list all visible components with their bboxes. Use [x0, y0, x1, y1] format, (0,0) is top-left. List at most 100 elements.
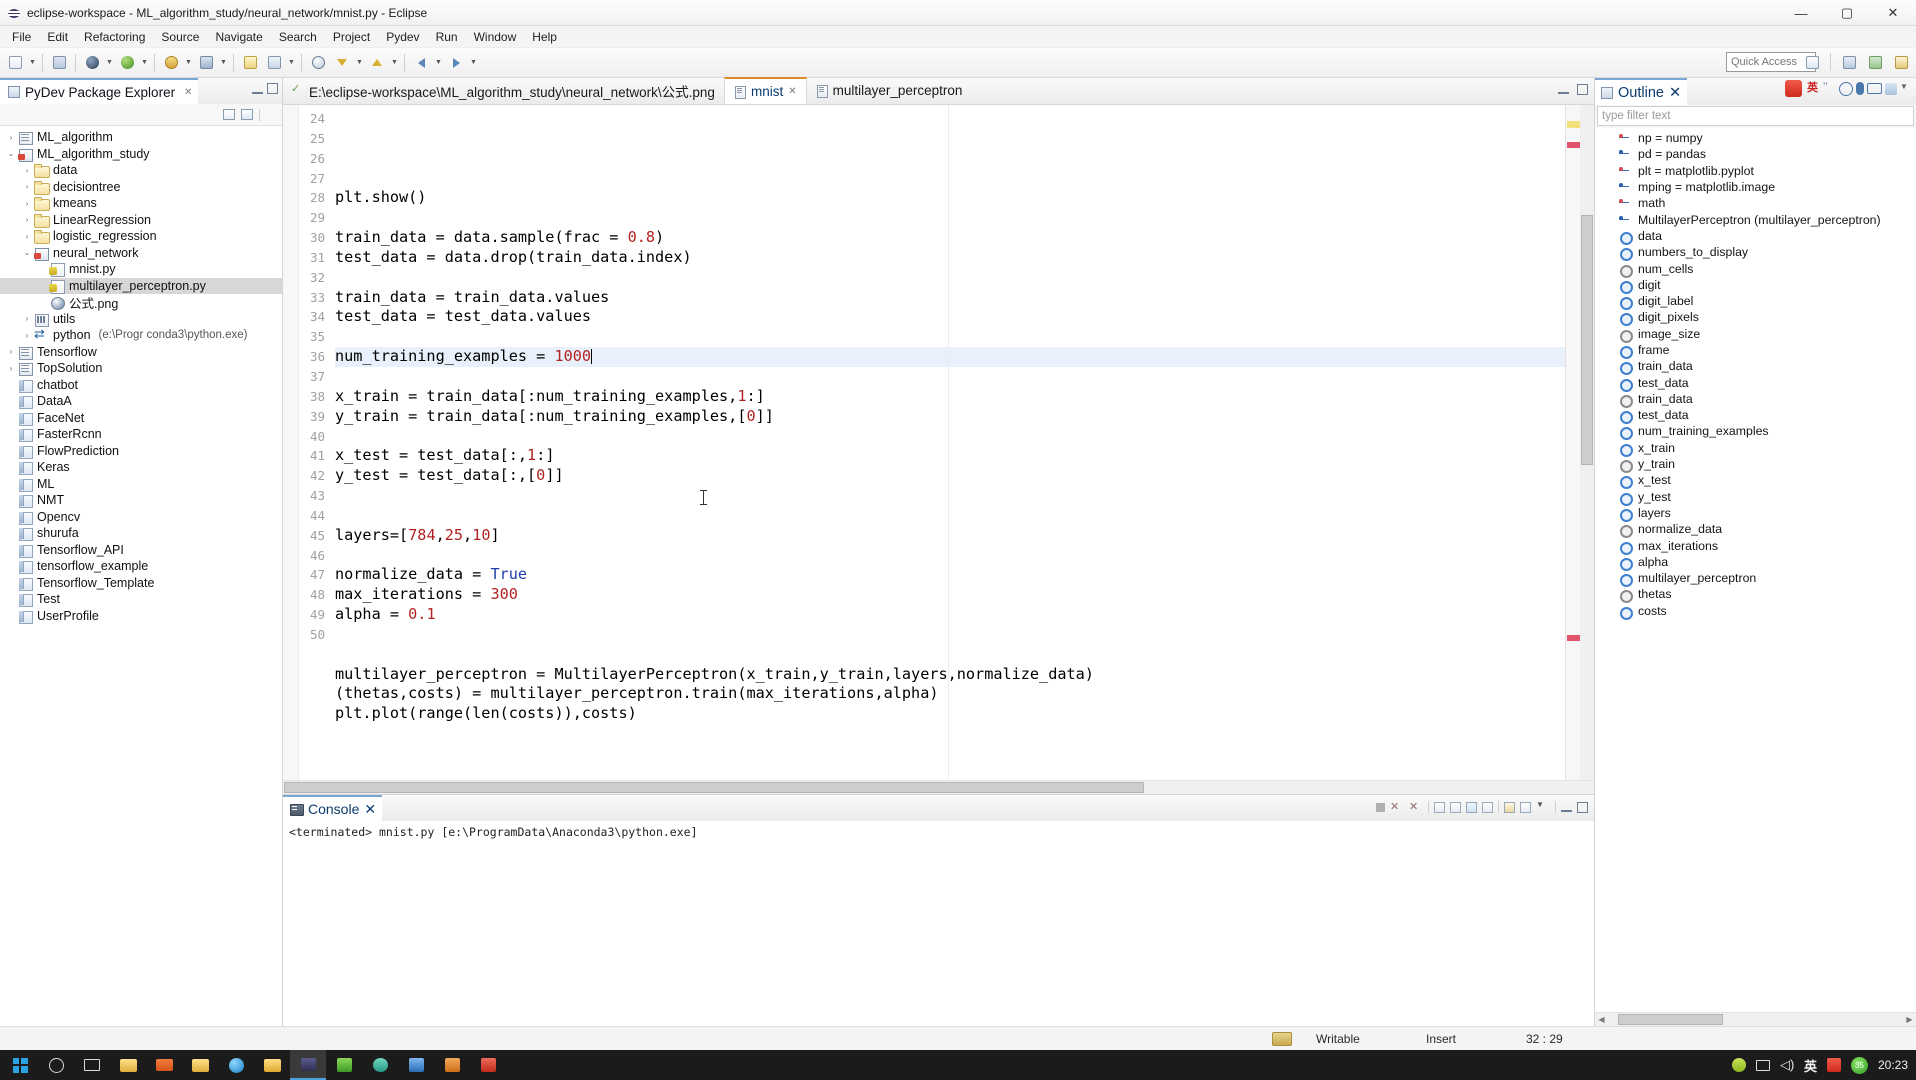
code-line[interactable]	[335, 367, 1565, 387]
debug-button[interactable]	[81, 52, 103, 74]
editor-scroll-thumb[interactable]	[1581, 215, 1593, 465]
code-line[interactable]: normalize_data = True	[335, 565, 1565, 585]
code-line[interactable]	[335, 327, 1565, 347]
code-line[interactable]: x_train = train_data[:num_training_examp…	[335, 387, 1565, 407]
tree-item-multilayer_perceptron.py[interactable]: multilayer_perceptron.py	[0, 277, 282, 294]
remove-launch-icon[interactable]: ✕	[1390, 800, 1404, 814]
tree-item-python[interactable]: › python (e:\Progr conda3\python.exe)	[0, 326, 282, 344]
code-line[interactable]: plt.plot(range(len(costs)),costs)	[335, 704, 1565, 724]
overview-error-mark[interactable]	[1567, 142, 1580, 148]
maximize-view-icon[interactable]	[267, 83, 278, 94]
tree-item-fasterrcnn[interactable]: FasterRcnn	[0, 426, 282, 443]
tree-item-userprofile[interactable]: UserProfile	[0, 608, 282, 625]
outline-item[interactable]: multilayer_perceptron	[1595, 570, 1916, 588]
editor-tab-0[interactable]: E:\eclipse-workspace\ML_algorithm_study\…	[283, 77, 724, 104]
collapse-arrow-icon[interactable]: ›	[20, 195, 34, 211]
outline-item[interactable]: train_data	[1595, 358, 1916, 376]
forward-button[interactable]	[445, 52, 467, 74]
run-button[interactable]	[116, 52, 138, 74]
ime-voice-icon[interactable]	[1856, 82, 1864, 95]
collapse-arrow-icon[interactable]: ›	[20, 311, 34, 327]
tree-item-tensorflow[interactable]: › Tensorflow	[0, 344, 282, 361]
tree-item-test[interactable]: Test	[0, 591, 282, 608]
collapse-arrow-icon[interactable]: ›	[4, 360, 18, 376]
code-line[interactable]	[335, 486, 1565, 506]
new-module-dropdown-arrow[interactable]: ▼	[287, 52, 296, 74]
taskbar-explorer-button[interactable]	[110, 1050, 146, 1080]
editor-icon-gutter[interactable]	[283, 105, 299, 780]
tab-outline[interactable]: Outline ✕	[1595, 78, 1688, 105]
code-line[interactable]	[335, 625, 1565, 645]
tree-item-kmeans[interactable]: › kmeans	[0, 195, 282, 212]
taskbar-browser-button[interactable]	[218, 1050, 254, 1080]
display-selected-console-icon[interactable]	[1504, 801, 1515, 813]
tray-volume-icon[interactable]: ◁)	[1780, 1058, 1794, 1072]
code-line[interactable]: x_test = test_data[:,1:]	[335, 446, 1565, 466]
scroll-lock-icon[interactable]	[1450, 801, 1461, 813]
expand-arrow-icon[interactable]: ⌄	[4, 146, 18, 162]
ime-menu-icon[interactable]	[1885, 82, 1897, 95]
code-line[interactable]: alpha = 0.1	[335, 605, 1565, 625]
outline-item[interactable]: np = numpy	[1595, 130, 1916, 146]
minimize-button[interactable]: —	[1778, 0, 1824, 26]
next-annotation-dropdown-arrow[interactable]: ▼	[355, 52, 364, 74]
tree-item-flowprediction[interactable]: FlowPrediction	[0, 443, 282, 460]
start-button[interactable]	[2, 1050, 38, 1080]
taskbar-app-red-button[interactable]	[470, 1050, 506, 1080]
menu-item-file[interactable]: File	[4, 28, 39, 46]
code-line[interactable]: train_data = data.sample(frac = 0.8)	[335, 228, 1565, 248]
prev-annotation-button[interactable]	[366, 52, 388, 74]
menu-item-help[interactable]: Help	[524, 28, 565, 46]
tree-item-linearregression[interactable]: › LinearRegression	[0, 212, 282, 229]
outline-item[interactable]: image_size	[1595, 326, 1916, 343]
outline-item[interactable]: x_test	[1595, 472, 1916, 490]
next-annotation-button[interactable]	[331, 52, 353, 74]
collapse-all-icon[interactable]	[223, 109, 235, 120]
code-line[interactable]: multilayer_perceptron = MultilayerPercep…	[335, 665, 1565, 685]
editor-vertical-scrollbar[interactable]	[1580, 105, 1594, 780]
scroll-left-arrow-icon[interactable]: ◀	[1595, 1015, 1608, 1024]
tree-item-nmt[interactable]: NMT	[0, 492, 282, 509]
package-explorer-tree[interactable]: › ML_algorithm ⌄ ML_algorithm_study › data › de…	[0, 126, 282, 1026]
editor-tab-2[interactable]: multilayer_perceptron	[807, 77, 972, 104]
tree-item-tensorflow_example[interactable]: tensorflow_example	[0, 558, 282, 575]
tree-item-dataa[interactable]: DataA	[0, 393, 282, 410]
save-button[interactable]	[48, 52, 70, 74]
close-button[interactable]: ✕	[1870, 0, 1916, 26]
perspective-debug-button[interactable]	[1864, 51, 1886, 73]
tree-item-decisiontree[interactable]: › decisiontree	[0, 179, 282, 196]
external-tools-dropdown-arrow[interactable]: ▼	[219, 52, 228, 74]
collapse-arrow-icon[interactable]: ›	[20, 228, 34, 244]
code-line[interactable]	[335, 546, 1565, 566]
code-line[interactable]	[335, 645, 1565, 665]
coverage-dropdown-arrow[interactable]: ▼	[184, 52, 193, 74]
clock[interactable]: 20:23	[1878, 1058, 1908, 1072]
tree-item-tensorflow_template[interactable]: Tensorflow_Template	[0, 575, 282, 592]
code-line[interactable]: layers=[784,25,10]	[335, 526, 1565, 546]
menu-item-search[interactable]: Search	[271, 28, 325, 46]
outline-item[interactable]: digit_pixels	[1595, 309, 1916, 327]
outline-item[interactable]: digit_label	[1595, 293, 1916, 311]
close-icon[interactable]: ✕	[364, 801, 376, 818]
collapse-arrow-icon[interactable]: ›	[20, 212, 34, 228]
outline-item[interactable]: normalize_data	[1595, 521, 1916, 539]
cortana-search-button[interactable]	[38, 1050, 74, 1080]
outline-item[interactable]: max_iterations	[1595, 537, 1916, 555]
collapse-arrow-icon[interactable]: ›	[20, 327, 34, 343]
editor-tab-1[interactable]: mnist ✕	[723, 77, 807, 104]
new-dropdown-arrow[interactable]: ▼	[28, 52, 37, 74]
outline-item[interactable]: costs	[1595, 603, 1916, 620]
code-line[interactable]: test_data = data.drop(train_data.index)	[335, 248, 1565, 268]
outline-horizontal-scrollbar[interactable]: ◀ ▶	[1595, 1012, 1916, 1026]
code-line[interactable]	[335, 506, 1565, 526]
outline-item[interactable]: train_data	[1595, 391, 1916, 408]
menu-item-window[interactable]: Window	[466, 28, 525, 46]
menu-item-project[interactable]: Project	[325, 28, 378, 46]
tree-item-keras[interactable]: Keras	[0, 459, 282, 476]
outline-tree[interactable]: np = numpy pd = pandas plt = matplotlib.py…	[1595, 128, 1916, 1012]
outline-item[interactable]: alpha	[1595, 554, 1916, 571]
outline-item[interactable]: plt = matplotlib.pyplot	[1595, 163, 1916, 179]
tree-item-logistic_regression[interactable]: › logistic_regression	[0, 228, 282, 245]
outline-item[interactable]: layers	[1595, 505, 1916, 522]
close-icon[interactable]: ✕	[788, 86, 796, 97]
